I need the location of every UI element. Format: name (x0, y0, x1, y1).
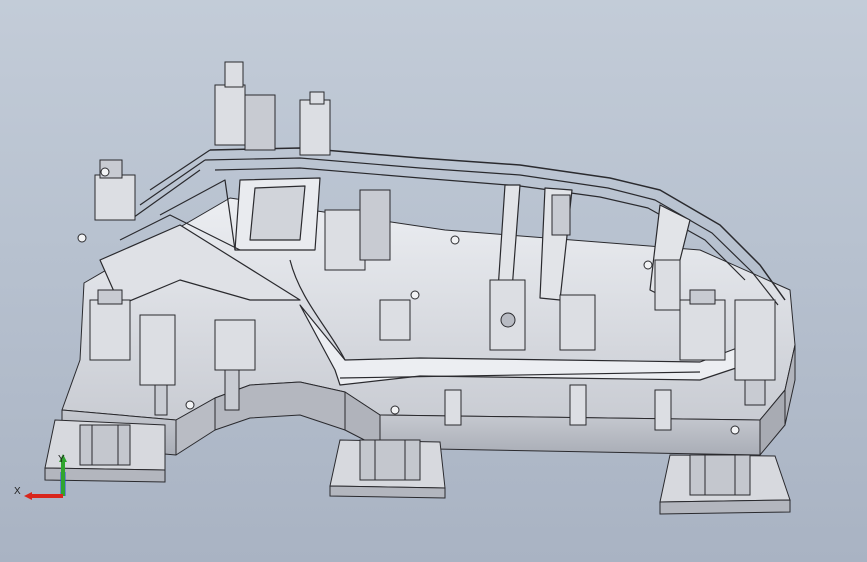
pin (390, 405, 400, 415)
pin (450, 235, 460, 245)
foot-front-right (659, 454, 791, 515)
fixture-assembly-model[interactable] (0, 0, 867, 562)
support-post-1 (444, 389, 462, 426)
clamp-mid-3 (379, 299, 411, 341)
foot-front-center (329, 439, 446, 499)
clamp-left-1 (94, 159, 136, 221)
pin (100, 167, 110, 177)
clamp-top-1 (214, 61, 276, 151)
coordinate-triad: X Y (14, 454, 67, 500)
triad-y-label: Y (58, 454, 65, 465)
clamp-rear-1 (679, 289, 726, 361)
clamp-bpillar (489, 279, 526, 351)
support-post-3 (654, 389, 672, 431)
pin (643, 260, 653, 270)
clamp-left-2 (89, 289, 131, 361)
triad-x-axis-icon (24, 492, 63, 500)
clamp-top-2 (299, 91, 331, 156)
cad-viewport[interactable]: X Y (0, 0, 867, 562)
pin (77, 233, 87, 243)
support-post-2 (569, 384, 587, 426)
triad-x-label: X (14, 486, 21, 497)
pin (185, 400, 195, 410)
clamp-mid-2 (324, 189, 391, 271)
pin (730, 425, 740, 435)
support-post-4 (654, 259, 681, 311)
pin (410, 290, 420, 300)
